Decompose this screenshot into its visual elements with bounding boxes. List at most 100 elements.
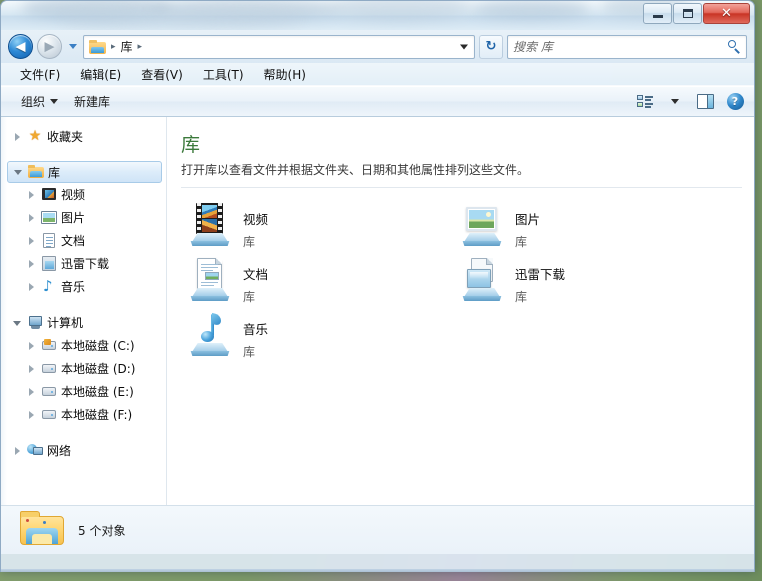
menu-edit[interactable]: 编辑(E) xyxy=(71,64,130,85)
sidebar-item-drive-e[interactable]: 本地磁盘 (E:) xyxy=(1,380,166,403)
system-drive-icon xyxy=(41,338,57,353)
sidebar-label: 文档 xyxy=(61,234,86,248)
close-button[interactable]: ✕ xyxy=(703,3,750,24)
page-description: 打开库以查看文件并根据文件夹、日期和其他属性排列这些文件。 xyxy=(181,163,530,177)
breadcrumb[interactable]: ▸ 库 ▸ xyxy=(83,34,475,59)
refresh-button[interactable]: ↻ xyxy=(479,34,503,59)
recent-locations-button[interactable] xyxy=(66,34,79,59)
library-item-subtitle: 库 xyxy=(243,345,256,359)
expander-icon[interactable] xyxy=(27,190,37,200)
forward-arrow-icon: ▶ xyxy=(44,39,55,54)
sidebar-label: 音乐 xyxy=(61,280,86,294)
documents-library-icon xyxy=(187,257,233,303)
sidebar-item-libraries[interactable]: 库 xyxy=(7,161,162,183)
divider xyxy=(181,187,742,188)
sidebar-item-music[interactable]: ♪ 音乐 xyxy=(1,275,166,298)
titlebar-glass-blur xyxy=(61,11,301,29)
expander-icon[interactable] xyxy=(13,446,23,456)
search-input[interactable] xyxy=(513,39,727,54)
library-item-subtitle: 库 xyxy=(515,235,528,249)
change-view-button[interactable] xyxy=(632,90,658,114)
sidebar-item-computer[interactable]: 计算机 xyxy=(1,311,166,334)
library-item-text: 图片 库 xyxy=(515,202,540,250)
expander-icon[interactable] xyxy=(27,236,37,246)
sidebar-item-drive-f[interactable]: 本地磁盘 (F:) xyxy=(1,403,166,426)
breadcrumb-separator[interactable]: ▸ xyxy=(135,42,146,52)
menu-file[interactable]: 文件(F) xyxy=(11,64,69,85)
titlebar-glass-blur xyxy=(471,1,591,19)
preview-pane-icon xyxy=(696,94,714,109)
chevron-down-icon xyxy=(671,99,679,104)
sidebar-label: 图片 xyxy=(61,211,86,225)
library-item-subtitle: 库 xyxy=(515,290,528,304)
content-pane[interactable]: 库 打开库以查看文件并根据文件夹、日期和其他属性排列这些文件。 视频 库 图片 … xyxy=(167,117,754,505)
navigation-pane[interactable]: ★ 收藏夹 库 视频 图片 文档 迅雷下载 ♪ 音乐 计算机 本地磁盘 (C:)… xyxy=(1,117,167,505)
sidebar-item-network[interactable]: 网络 xyxy=(1,439,166,462)
drive-icon xyxy=(41,384,57,399)
expander-icon[interactable] xyxy=(27,259,37,269)
command-bar: 组织 新建库 ? xyxy=(1,86,754,117)
breadcrumb-item-library[interactable]: 库 xyxy=(119,38,135,55)
view-dropdown-button[interactable] xyxy=(662,90,688,114)
expander-icon[interactable] xyxy=(27,364,37,374)
minimize-icon xyxy=(652,15,663,18)
chevron-down-icon xyxy=(50,99,59,104)
library-icon xyxy=(28,164,44,180)
sidebar-label: 库 xyxy=(48,165,61,180)
sidebar-label: 本地磁盘 (C:) xyxy=(61,339,135,353)
library-item-documents[interactable]: 文档 库 xyxy=(181,253,453,308)
network-icon xyxy=(27,443,43,458)
sidebar-item-drive-d[interactable]: 本地磁盘 (D:) xyxy=(1,357,166,380)
document-icon xyxy=(41,233,57,248)
library-item-text: 视频 库 xyxy=(243,202,268,250)
library-grid: 视频 库 图片 库 文档 库 迅雷下载 库 音乐 库 xyxy=(181,198,754,363)
library-item-music[interactable]: 音乐 库 xyxy=(181,308,453,363)
menu-help[interactable]: 帮助(H) xyxy=(255,64,315,85)
search-box[interactable] xyxy=(507,34,747,59)
maximize-icon xyxy=(682,9,693,18)
back-button[interactable]: ◀ xyxy=(8,34,33,59)
sidebar-item-pictures[interactable]: 图片 xyxy=(1,206,166,229)
expander-icon[interactable] xyxy=(27,213,37,223)
refresh-icon: ↻ xyxy=(485,39,497,54)
sidebar-item-videos[interactable]: 视频 xyxy=(1,183,166,206)
sidebar-item-xunlei-download[interactable]: 迅雷下载 xyxy=(1,252,166,275)
window-body: ★ 收藏夹 库 视频 图片 文档 迅雷下载 ♪ 音乐 计算机 本地磁盘 (C:)… xyxy=(1,117,754,505)
address-dropdown-icon[interactable] xyxy=(460,44,468,49)
pictures-library-icon xyxy=(459,202,505,248)
close-icon: ✕ xyxy=(721,6,732,21)
expander-icon[interactable] xyxy=(14,167,24,177)
sidebar-item-drive-c[interactable]: 本地磁盘 (C:) xyxy=(1,334,166,357)
minimize-button[interactable] xyxy=(643,3,672,24)
preview-pane-button[interactable] xyxy=(692,90,718,114)
library-folder-icon xyxy=(19,510,65,550)
explorer-window: ✕ ◀ ▶ ▸ 库 ▸ ↻ 搜索 库 文件(F) 编辑(E) 查看(V) 工具(… xyxy=(0,0,755,572)
library-item-name: 文档 xyxy=(243,267,269,282)
expander-icon[interactable] xyxy=(13,132,23,142)
window-controls: ✕ xyxy=(643,3,750,24)
forward-button[interactable]: ▶ xyxy=(37,34,62,59)
maximize-button[interactable] xyxy=(673,3,702,24)
expander-icon[interactable] xyxy=(13,318,23,328)
title-bar[interactable]: ✕ xyxy=(1,1,754,30)
drive-icon xyxy=(41,361,57,376)
library-item-pictures[interactable]: 图片 库 xyxy=(453,198,725,253)
library-item-xunlei-download[interactable]: 迅雷下载 库 xyxy=(453,253,725,308)
menu-tools[interactable]: 工具(T) xyxy=(194,64,253,85)
expander-icon[interactable] xyxy=(27,341,37,351)
expander-icon[interactable] xyxy=(27,410,37,420)
expander-icon[interactable] xyxy=(27,282,37,292)
help-button[interactable]: ? xyxy=(722,90,748,114)
library-item-text: 迅雷下载 库 xyxy=(515,257,565,305)
sidebar-label: 网络 xyxy=(47,444,72,458)
library-item-videos[interactable]: 视频 库 xyxy=(181,198,453,253)
library-item-name: 视频 xyxy=(243,212,269,227)
sidebar-item-favorites[interactable]: ★ 收藏夹 xyxy=(1,125,166,148)
organize-button[interactable]: 组织 xyxy=(13,89,66,114)
sidebar-item-documents[interactable]: 文档 xyxy=(1,229,166,252)
expander-icon[interactable] xyxy=(27,387,37,397)
new-library-button[interactable]: 新建库 xyxy=(66,89,118,114)
sidebar-label: 收藏夹 xyxy=(47,130,84,144)
window-bottom-edge xyxy=(1,569,754,572)
menu-view[interactable]: 查看(V) xyxy=(132,64,192,85)
